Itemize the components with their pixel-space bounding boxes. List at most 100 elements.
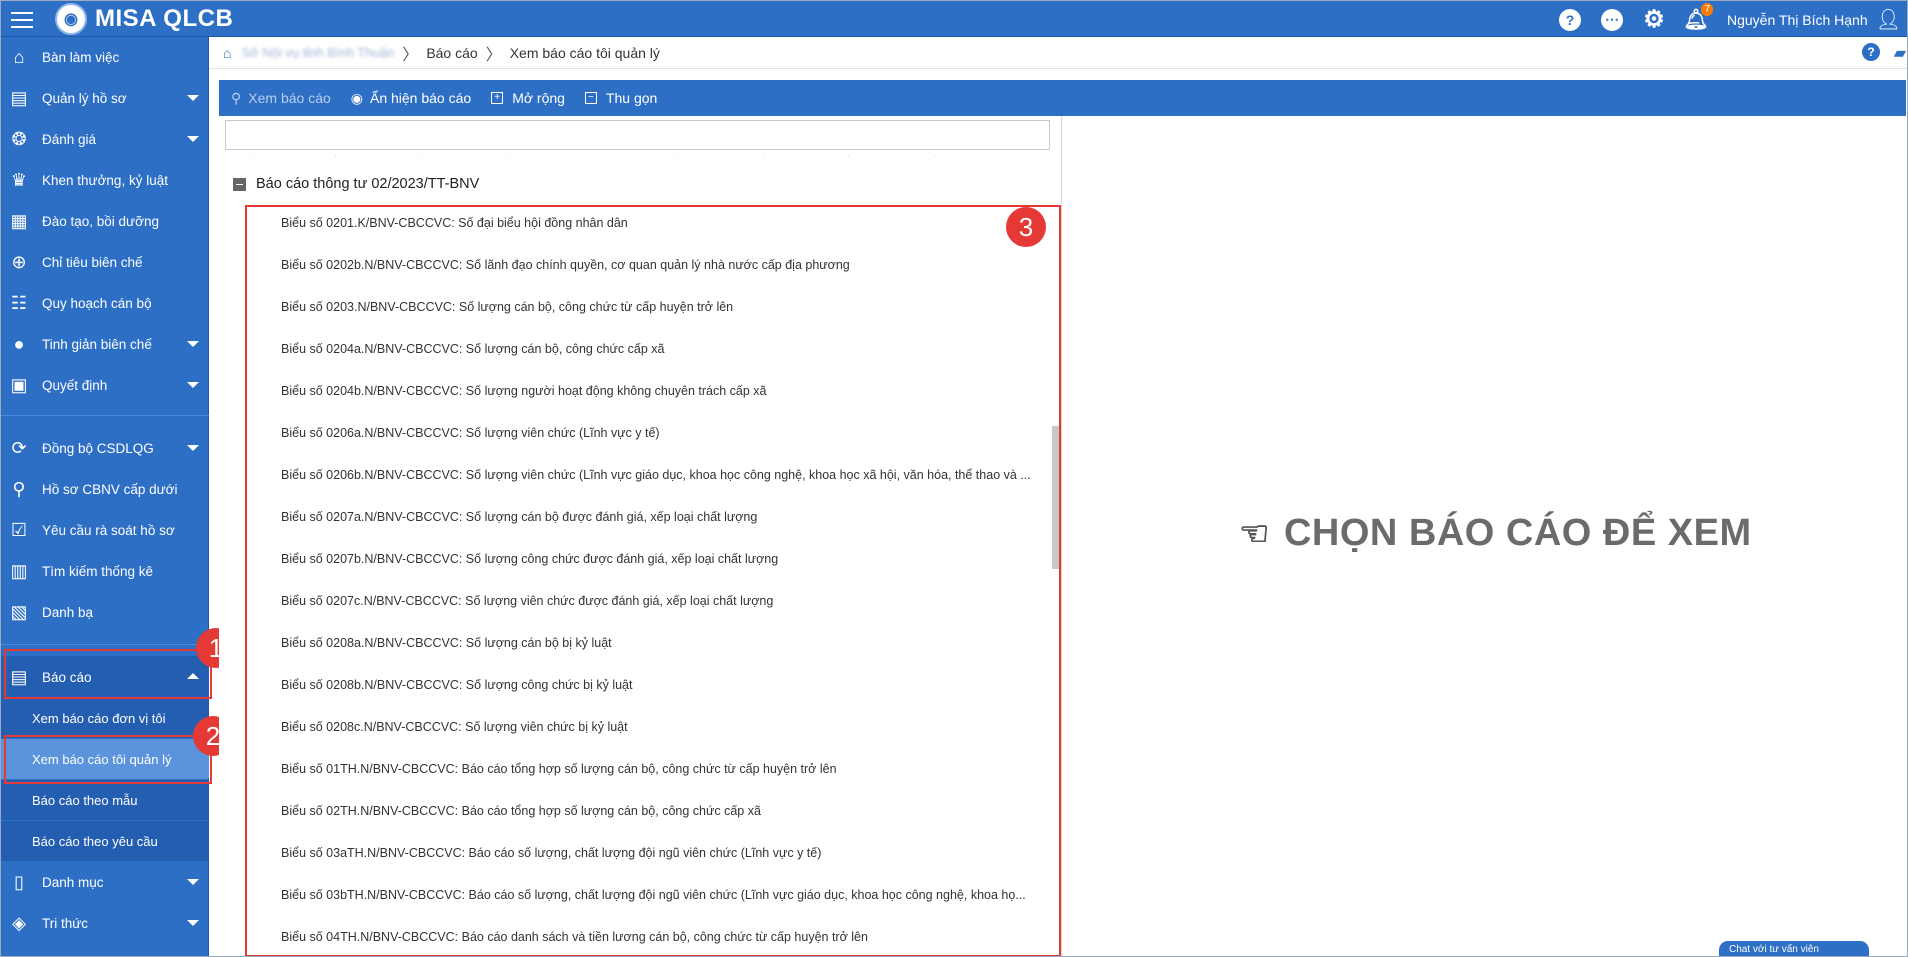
cube-icon: ◈ xyxy=(12,912,26,933)
sidebar-subitem-xem-bao-cao-don-vi-toi[interactable]: Xem báo cáo đơn vị tôi xyxy=(0,698,209,738)
search-icon: ⚲ xyxy=(12,478,26,499)
empty-state-prompt: ☜ CHỌN BÁO CÁO ĐỂ XEM xyxy=(1239,512,1752,555)
caret-down-icon xyxy=(187,382,199,388)
empty-state-text: CHỌN BÁO CÁO ĐỂ XEM xyxy=(1283,512,1752,554)
sidebar-subitem-bao-cao-theo-mau[interactable]: Báo cáo theo mẫu xyxy=(0,780,209,820)
user-name[interactable]: Nguyễn Thị Bích Hạnh xyxy=(1727,12,1868,28)
sidebar-item-dong-bo-csdlqg[interactable]: ⟳ Đồng bộ CSDLQG xyxy=(0,428,209,468)
target-icon: ⊕ xyxy=(11,251,27,272)
sidebar-item-danh-ba[interactable]: ▧ Danh bạ xyxy=(0,592,209,632)
user-icon[interactable]: 👤︎ xyxy=(1876,7,1901,32)
sidebar-divider xyxy=(0,415,209,416)
breadcrumb: ⌂ Sở Nội vụ tỉnh Bình Thuận 〉 Báo cáo 〉 … xyxy=(209,37,1908,69)
sidebar-item-label: Đồng bộ CSDLQG xyxy=(42,440,154,456)
logo-emblem-icon: ◉ xyxy=(55,3,87,35)
sidebar-item-label: Tìm kiếm thống kê xyxy=(42,563,154,579)
help-icon[interactable]: ? xyxy=(1559,8,1581,31)
chat-bubble-icon[interactable]: ⋯ xyxy=(1601,8,1623,31)
sidebar-item-tim-kiem-thong-ke[interactable]: ▥ Tìm kiếm thống kê xyxy=(0,551,209,591)
sidebar-item-yeu-cau-ra-soat[interactable]: ☑ Yêu cầu rà soát hồ sơ xyxy=(0,510,209,550)
caret-down-icon xyxy=(187,920,199,926)
sync-icon: ⟳ xyxy=(11,437,27,458)
logo-text: MISA QLCB xyxy=(95,5,234,32)
home-icon[interactable]: ⌂ xyxy=(223,45,231,61)
minus-square-icon: − xyxy=(584,92,597,104)
sidebar-item-label: Đánh giá xyxy=(42,131,97,147)
report-group-tt02[interactable]: Báo cáo thông tư 02/2023/TT-BNV xyxy=(233,176,479,192)
sidebar-item-chi-tieu-bien-che[interactable]: ⊕ Chỉ tiêu biên chế xyxy=(0,242,209,282)
report-group-title: Báo cáo thông tư 02/2023/TT-BNV xyxy=(256,176,480,192)
help-icon[interactable]: ? xyxy=(1862,43,1880,61)
medal-icon: ❂ xyxy=(11,128,27,149)
toggle-report-label: Ẩn hiện báo cáo xyxy=(369,90,472,106)
sidebar-item-ban-lam-viec[interactable]: ⌂ Bàn làm việc xyxy=(0,37,209,77)
search-icon: ⚲ xyxy=(231,89,242,106)
collapse-label: Thu gọn xyxy=(605,90,658,106)
annotation-box-3 xyxy=(245,205,1061,957)
trophy-icon: ♛ xyxy=(10,169,28,190)
sidebar-item-label: Bàn làm việc xyxy=(42,49,120,65)
caret-down-icon xyxy=(187,879,199,885)
hamburger-menu-icon[interactable] xyxy=(11,12,33,28)
app-logo[interactable]: ◉ MISA QLCB xyxy=(55,3,234,35)
collapse-minus-icon[interactable] xyxy=(233,177,246,191)
breadcrumb-root[interactable]: Sở Nội vụ tỉnh Bình Thuận xyxy=(241,45,394,60)
book-icon: ▯ xyxy=(14,871,24,892)
view-report-button[interactable]: ⚲ Xem báo cáo xyxy=(231,90,331,107)
view-report-label: Xem báo cáo xyxy=(248,90,331,106)
id-card-icon: ▤ xyxy=(10,87,28,108)
caret-down-icon xyxy=(187,95,199,101)
eye-icon: ◉ xyxy=(350,89,363,106)
sidebar-subitem-bao-cao-theo-yeu-cau[interactable]: Báo cáo theo yêu cầu xyxy=(0,821,209,861)
sidebar-item-label: Hồ sơ CBNV cấp dưới xyxy=(42,481,178,497)
review-icon: ☑ xyxy=(10,519,28,540)
report-toolbar: ⚲ Xem báo cáo ◉ Ẩn hiện báo cáo + Mở rộn… xyxy=(219,80,1906,116)
annotation-box-2 xyxy=(4,735,212,784)
annotation-badge-3: 3 xyxy=(1006,207,1046,247)
training-icon: ▦ xyxy=(10,210,28,231)
sidebar-item-dao-tao[interactable]: ▦ Đào tạo, bồi dưỡng xyxy=(0,201,209,241)
sidebar-item-label: Danh mục xyxy=(42,874,104,890)
sidebar-item-label: Đào tạo, bồi dưỡng xyxy=(42,213,159,229)
report-search-input[interactable] xyxy=(225,120,1050,150)
chevron-right-icon: 〉 xyxy=(402,46,419,64)
sidebar-item-tri-thuc[interactable]: ◈ Tri thức xyxy=(0,903,209,943)
sidebar-item-label: Tri thức xyxy=(42,915,89,931)
report-preview-panel: ☜ CHỌN BÁO CÁO ĐỂ XEM xyxy=(1063,116,1906,957)
feedback-icon[interactable]: ▰ xyxy=(1894,43,1906,63)
expand-label: Mở rộng xyxy=(512,90,565,106)
chevron-right-icon: 〉 xyxy=(485,46,502,64)
notification-count-badge: 7 xyxy=(1701,2,1713,16)
expand-button[interactable]: + Mở rộng xyxy=(491,90,565,106)
chat-support-button[interactable]: Chat với tư vấn viên xyxy=(1719,941,1869,957)
sidebar-item-tinh-gian-bien-che[interactable]: ● Tinh giản biên chế xyxy=(0,324,209,364)
sidebar-item-label: Danh bạ xyxy=(42,604,94,620)
caret-down-icon xyxy=(187,445,199,451)
top-bar: ◉ MISA QLCB ? ⋯ ⚙ 🔔︎ 7 Nguyễn Thị Bích H… xyxy=(0,0,1908,37)
sidebar-item-label: Tinh giản biên chế xyxy=(42,336,152,352)
more-dots-icon: ● xyxy=(13,333,25,354)
sidebar-item-label: Khen thưởng, kỷ luật xyxy=(42,172,168,188)
caret-down-icon xyxy=(187,341,199,347)
sidebar-item-khen-thuong[interactable]: ♛ Khen thưởng, kỷ luật xyxy=(0,160,209,200)
sidebar-item-quy-hoach-can-bo[interactable]: ☷ Quy hoạch cán bộ xyxy=(0,283,209,323)
sidebar-item-danh-muc[interactable]: ▯ Danh mục xyxy=(0,862,209,902)
top-right-actions: ? ⋯ ⚙ 🔔︎ 7 Nguyễn Thị Bích Hạnh 👤︎ xyxy=(1559,1,1907,38)
sidebar-item-quan-ly-ho-so[interactable]: ▤ Quản lý hồ sơ xyxy=(0,78,209,118)
sidebar-item-label: Quản lý hồ sơ xyxy=(42,90,127,106)
bar-chart-icon: ▥ xyxy=(10,560,28,581)
hidden-scroll-row: ˙ ˙ ˙ ˙ ˙ ˙ ˙ ˙ ˙ ˙ ˙ ˙ ˙ ˙ ˙ ˙ ˙ ˙ ˙ ˙ xyxy=(249,154,976,162)
sidebar-item-label: Chỉ tiêu biên chế xyxy=(42,254,143,270)
sidebar-item-quyet-dinh[interactable]: ▣ Quyết định xyxy=(0,365,209,405)
caret-down-icon xyxy=(187,136,199,142)
collapse-button[interactable]: − Thu gọn xyxy=(584,90,658,106)
sidebar-item-ho-so-cbnv-cap-duoi[interactable]: ⚲ Hồ sơ CBNV cấp dưới xyxy=(0,469,209,509)
breadcrumb-level1[interactable]: Báo cáo xyxy=(426,45,477,61)
sidebar-item-danh-gia[interactable]: ❂ Đánh giá xyxy=(0,119,209,159)
gear-icon[interactable]: ⚙ xyxy=(1643,6,1665,33)
toggle-report-button[interactable]: ◉ Ẩn hiện báo cáo xyxy=(351,90,471,107)
sidebar-divider xyxy=(0,644,209,645)
breadcrumb-level2: Xem báo cáo tôi quản lý xyxy=(509,44,660,61)
bell-icon[interactable]: 🔔︎ 7 xyxy=(1683,2,1713,31)
sidebar-item-label: Quy hoạch cán bộ xyxy=(42,295,152,311)
